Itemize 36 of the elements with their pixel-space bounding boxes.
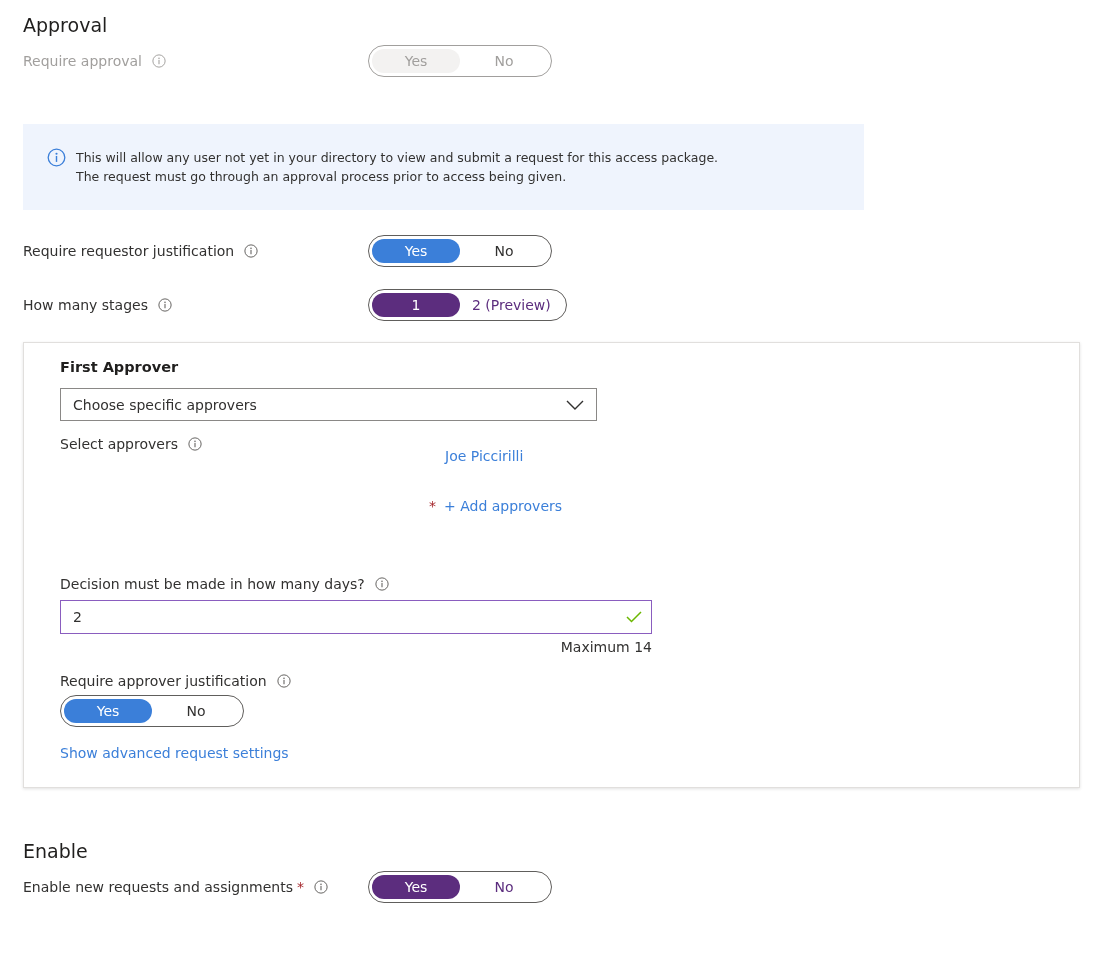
- field-label: Enable new requests and assignments: [23, 879, 293, 895]
- field-label: Select approvers: [60, 436, 178, 452]
- field-label: Require requestor justification: [23, 243, 235, 259]
- toggle-option[interactable]: Yes: [372, 875, 460, 899]
- info-icon: [47, 148, 66, 167]
- required-asterisk: *: [429, 498, 436, 514]
- field-label: Require approval: [23, 53, 142, 69]
- info-icon: [374, 577, 389, 591]
- toggle-option[interactable]: 1: [372, 293, 460, 317]
- toggle-option[interactable]: 2 (Preview): [460, 293, 563, 317]
- field-label: Require approver justification: [60, 673, 267, 689]
- toggle-option[interactable]: No: [152, 699, 240, 723]
- toggle-option[interactable]: Yes: [64, 699, 152, 723]
- info-icon: [276, 674, 291, 688]
- info-icon: [314, 880, 328, 894]
- banner-text: This will allow any user not yet in your directory to view and submit a request for this access package. The request must go through an approval process prior to access being given.: [76, 149, 719, 186]
- add-approvers-link[interactable]: + Add approvers: [444, 498, 563, 514]
- approver-link[interactable]: Joe Piccirilli: [445, 448, 563, 464]
- advanced-settings-link[interactable]: Show advanced request settings: [60, 745, 289, 761]
- chevron-down-icon: [566, 399, 584, 410]
- required-asterisk: *: [297, 879, 304, 895]
- approver-dropdown[interactable]: Choose specific approvers: [60, 388, 597, 421]
- info-icon: [244, 244, 259, 258]
- section-heading: Approval: [23, 14, 109, 36]
- hint-text: Maximum 14: [560, 639, 652, 655]
- toggle-option[interactable]: No: [460, 239, 548, 263]
- toggle-option[interactable]: Yes: [372, 239, 460, 263]
- info-icon: [187, 437, 202, 451]
- info-icon: [158, 298, 172, 312]
- field-label: Decision must be made in how many days?: [60, 576, 365, 592]
- section-heading: Enable: [23, 840, 89, 862]
- days-input-field[interactable]: 2: [60, 600, 652, 634]
- info-icon: [152, 54, 166, 68]
- card-title: First Approver: [60, 359, 180, 375]
- field-label: How many stages: [23, 297, 148, 313]
- toggle-option[interactable]: No: [460, 875, 548, 899]
